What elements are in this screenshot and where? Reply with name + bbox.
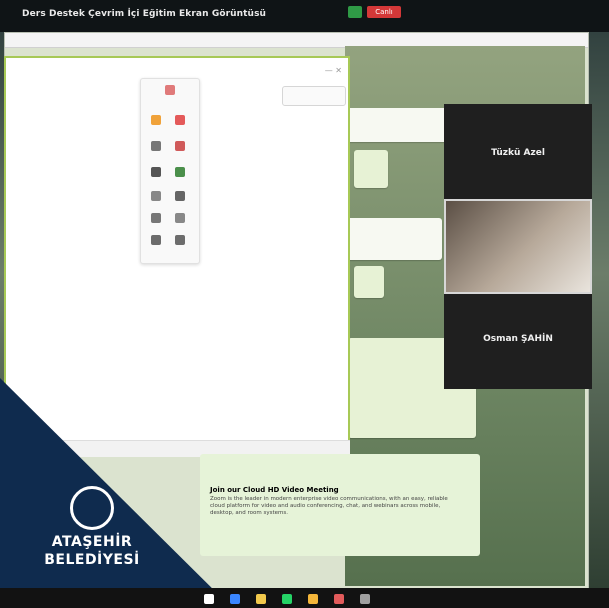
participant-tile-3[interactable]: Osman ŞAHİN xyxy=(444,294,592,389)
zoom-control[interactable] xyxy=(282,86,346,106)
live-badge: Canlı xyxy=(367,6,401,18)
text-icon[interactable] xyxy=(175,191,185,201)
eraser-icon[interactable] xyxy=(175,141,185,151)
pencil-icon[interactable] xyxy=(151,115,161,125)
window-controls[interactable]: — ✕ xyxy=(325,66,342,75)
green-indicator xyxy=(348,6,362,18)
chat-message-2 xyxy=(354,150,388,188)
marker-icon[interactable] xyxy=(175,115,185,125)
window-title: Ders Destek Çevrim İçi Eğitim Ekran Görü… xyxy=(22,9,267,19)
top-bar: Ders Destek Çevrim İçi Eğitim Ekran Görü… xyxy=(0,0,609,32)
invite-title: Join our Cloud HD Video Meeting xyxy=(210,486,339,494)
start-icon[interactable] xyxy=(204,594,214,604)
zoom-icon[interactable] xyxy=(151,213,161,223)
whatsapp-icon[interactable] xyxy=(282,594,292,604)
image-icon[interactable] xyxy=(175,213,185,223)
chat-message-1 xyxy=(347,108,453,142)
folder-icon[interactable] xyxy=(308,594,318,604)
chrome-icon[interactable] xyxy=(256,594,266,604)
logo-text-line2: BELEDİYESİ xyxy=(44,552,140,568)
undo-icon[interactable] xyxy=(151,235,161,245)
add-icon[interactable] xyxy=(175,235,185,245)
taskbar xyxy=(0,588,609,608)
browser-icon[interactable] xyxy=(230,594,240,604)
participant-name-3: Osman ŞAHİN xyxy=(483,334,553,344)
chat-message-3 xyxy=(347,218,442,260)
close-icon[interactable]: ✕ xyxy=(335,66,342,75)
shape-icon[interactable] xyxy=(175,167,185,177)
invite-body: Zoom is the leader in modern enterprise … xyxy=(210,496,448,516)
brush-icon[interactable] xyxy=(151,141,161,151)
zoom-invite-card[interactable]: Join our Cloud HD Video Meeting Zoom is … xyxy=(200,454,480,556)
participant-name-1: Tüzkü Azel xyxy=(491,148,545,158)
app-icon[interactable] xyxy=(360,594,370,604)
pen-icon[interactable] xyxy=(151,167,161,177)
minimize-icon[interactable]: — xyxy=(325,66,333,75)
chat-message-4 xyxy=(354,266,384,298)
participant-video[interactable] xyxy=(444,199,592,294)
municipality-logo-icon xyxy=(70,486,114,530)
drawing-toolbar xyxy=(140,78,200,264)
line-icon[interactable] xyxy=(151,191,161,201)
participant-tile-1[interactable]: Tüzkü Azel xyxy=(444,104,592,199)
video-participants-panel: Tüzkü Azel Osman ŞAHİN xyxy=(444,104,592,389)
media-icon[interactable] xyxy=(334,594,344,604)
logo-text-line1: ATAŞEHİR xyxy=(51,534,133,550)
select-icon[interactable] xyxy=(165,85,175,95)
